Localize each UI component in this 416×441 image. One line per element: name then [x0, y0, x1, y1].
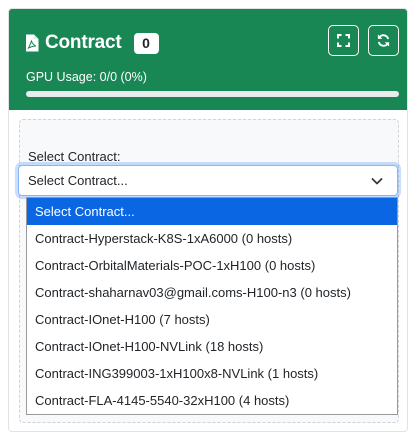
dropdown-option[interactable]: Contract-IOnet-H100-NVLink (18 hosts) — [27, 333, 397, 360]
contract-dropdown-list: Select Contract... Contract-Hyperstack-K8… — [26, 197, 398, 415]
fullscreen-icon — [337, 34, 350, 47]
gpu-usage-text: GPU Usage: 0/0 (0%) — [26, 70, 147, 84]
contract-select-value: Select Contract... — [28, 173, 128, 188]
dropdown-option[interactable]: Contract-OrbitalMaterials-POC-1xH100 (0 … — [27, 252, 397, 279]
dropdown-option[interactable]: Contract-FLA-4145-5540-32xH100 (4 hosts) — [27, 387, 397, 414]
gpu-usage-progress — [26, 91, 399, 97]
fullscreen-button[interactable] — [328, 25, 359, 56]
contract-select[interactable]: Select Contract... — [18, 165, 398, 196]
card-title: Contract — [45, 32, 122, 53]
pdf-file-icon — [25, 34, 39, 52]
dropdown-option[interactable]: Select Contract... — [27, 198, 397, 225]
count-badge: 0 — [133, 32, 159, 54]
dropdown-option[interactable]: Contract-IOnet-H100 (7 hosts) — [27, 306, 397, 333]
refresh-button[interactable] — [368, 25, 399, 56]
select-contract-label: Select Contract: — [28, 149, 121, 164]
dropdown-option[interactable]: Contract-shaharnav03@gmail.coms-H100-n3 … — [27, 279, 397, 306]
chevron-down-icon — [371, 178, 383, 185]
title-row: Contract 0 — [25, 30, 159, 56]
refresh-icon — [377, 34, 390, 47]
card-header: Contract 0 GPU Usage: 0/0 (0%) — [9, 9, 407, 110]
dropdown-option[interactable]: Contract-Hyperstack-K8S-1xA6000 (0 hosts… — [27, 225, 397, 252]
dropdown-option[interactable]: Contract-ING399003-1xH100x8-NVLink (1 ho… — [27, 360, 397, 387]
